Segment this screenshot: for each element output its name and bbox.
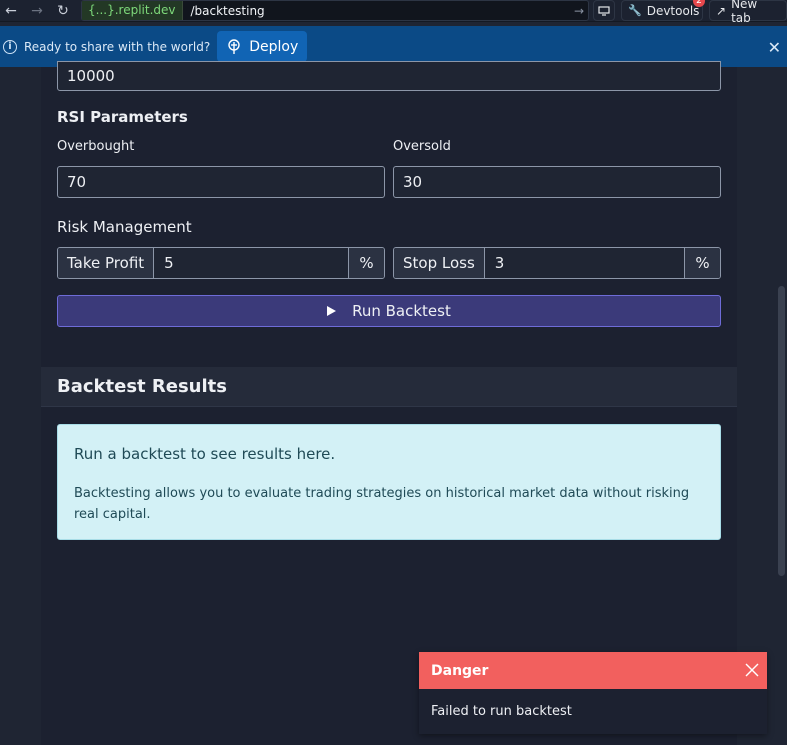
devtools-badge: 2 bbox=[693, 0, 705, 7]
go-arrow-icon[interactable]: → bbox=[570, 4, 588, 18]
toast-title: Danger bbox=[431, 662, 489, 679]
error-toast: Danger Failed to run backtest bbox=[419, 652, 767, 734]
results-info-alert: Run a backtest to see results here. Back… bbox=[57, 424, 721, 540]
toast-header: Danger bbox=[419, 652, 767, 689]
stop-loss-group: Stop Loss 3 % bbox=[393, 247, 721, 279]
address-bar[interactable]: {...}.replit.dev /backtesting → bbox=[81, 0, 589, 21]
info-icon: i bbox=[3, 39, 17, 54]
take-profit-label: Take Profit bbox=[58, 248, 154, 278]
run-backtest-label: Run Backtest bbox=[352, 302, 451, 320]
deploy-label: Deploy bbox=[249, 38, 299, 55]
results-header: Backtest Results bbox=[41, 367, 737, 407]
wrench-icon: 🔧 bbox=[628, 4, 642, 17]
run-backtest-button[interactable]: Run Backtest bbox=[57, 295, 721, 327]
banner-text: Ready to share with the world? bbox=[24, 39, 211, 54]
play-icon bbox=[327, 306, 337, 316]
stop-loss-unit: % bbox=[685, 248, 720, 278]
stop-loss-input[interactable]: 3 bbox=[483, 248, 685, 278]
oversold-label: Oversold bbox=[393, 139, 451, 154]
forward-arrow-icon[interactable]: → bbox=[26, 0, 48, 22]
back-arrow-icon[interactable]: ← bbox=[0, 0, 22, 22]
take-profit-group: Take Profit 5 % bbox=[57, 247, 385, 279]
take-profit-input[interactable]: 5 bbox=[153, 248, 349, 278]
rsi-parameters-title: RSI Parameters bbox=[57, 108, 188, 126]
close-icon[interactable] bbox=[743, 661, 761, 679]
scrollbar[interactable] bbox=[778, 286, 785, 576]
new-tab-label: New tab bbox=[731, 0, 758, 25]
overbought-input[interactable]: 70 bbox=[57, 166, 385, 198]
devtools-label: Devtools bbox=[646, 3, 700, 18]
external-link-icon: ↗ bbox=[716, 3, 727, 18]
toast-message: Failed to run backtest bbox=[431, 704, 572, 719]
screen-icon[interactable] bbox=[593, 0, 615, 21]
deploy-icon bbox=[228, 38, 240, 54]
initial-capital-input[interactable]: 10000 bbox=[57, 61, 721, 91]
devtools-button[interactable]: 🔧 Devtools 2 bbox=[621, 0, 705, 21]
take-profit-unit: % bbox=[349, 248, 384, 278]
browser-toolbar: ← → ↻ {...}.replit.dev /backtesting → 🔧 … bbox=[0, 0, 787, 25]
overbought-label: Overbought bbox=[57, 139, 135, 154]
stop-loss-label: Stop Loss bbox=[394, 248, 484, 278]
deploy-button[interactable]: Deploy bbox=[217, 31, 308, 62]
reload-icon[interactable]: ↻ bbox=[52, 0, 74, 22]
results-title: Backtest Results bbox=[57, 376, 227, 397]
oversold-input[interactable]: 30 bbox=[393, 166, 721, 198]
close-icon[interactable]: ✕ bbox=[768, 38, 781, 57]
url-path: /backtesting bbox=[190, 3, 265, 18]
url-host: {...}.replit.dev bbox=[82, 1, 183, 20]
page-gutter bbox=[0, 67, 41, 745]
info-heading: Run a backtest to see results here. bbox=[74, 445, 336, 463]
new-tab-button[interactable]: ↗ New tab bbox=[709, 0, 787, 25]
risk-management-title: Risk Management bbox=[57, 218, 192, 236]
info-body: Backtesting allows you to evaluate tradi… bbox=[74, 486, 690, 522]
